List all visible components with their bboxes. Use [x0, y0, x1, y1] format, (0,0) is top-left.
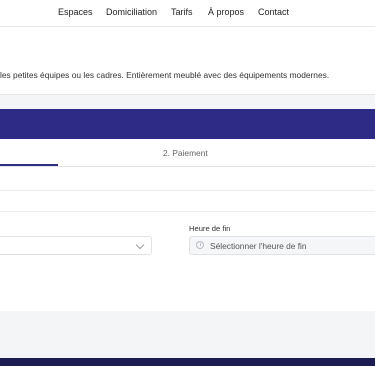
divider	[0, 211, 375, 212]
clock-icon	[196, 241, 204, 249]
chevron-down-icon	[135, 240, 145, 250]
footer	[0, 358, 375, 366]
nav-link-contact[interactable]: Contact	[258, 7, 289, 17]
divider	[0, 190, 375, 191]
start-time-select[interactable]	[0, 236, 152, 255]
space-description: les petites équipes ou les cadres. Entiè…	[0, 70, 330, 80]
active-step-indicator	[0, 164, 58, 166]
booking-steps: 2. Paiement	[0, 139, 375, 167]
end-time-placeholder: Sélectionner l'heure de fin	[210, 241, 307, 251]
tab-payment[interactable]: 2. Paiement	[163, 148, 208, 158]
top-navbar: Espaces Domiciliation Tarifs À propos Co…	[0, 0, 375, 27]
space-description-section: les petites équipes ou les cadres. Entiè…	[0, 27, 375, 95]
nav-link-tarifs[interactable]: Tarifs	[171, 7, 193, 17]
booking-card: 2. Paiement Heure de fin Sélectionner l'…	[0, 139, 375, 311]
booking-header-band	[0, 109, 375, 139]
end-time-label: Heure de fin	[189, 224, 231, 233]
nav-link-espaces[interactable]: Espaces	[58, 7, 93, 17]
end-time-input[interactable]: Sélectionner l'heure de fin	[189, 236, 375, 255]
nav-link-a-propos[interactable]: À propos	[208, 7, 244, 17]
nav-link-domiciliation[interactable]: Domiciliation	[106, 7, 157, 17]
